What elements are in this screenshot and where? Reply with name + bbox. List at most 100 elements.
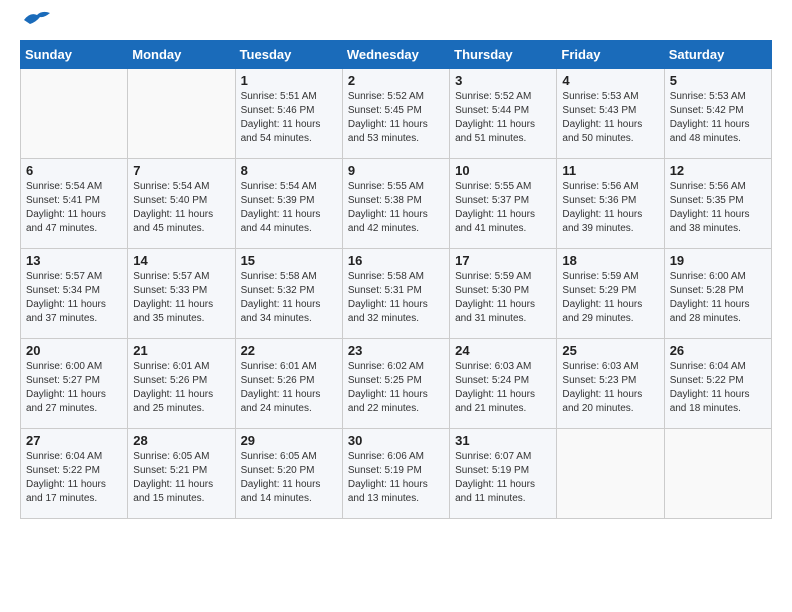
calendar-cell: 12 Sunrise: 5:56 AM Sunset: 5:35 PM Dayli… <box>664 159 771 249</box>
day-number: 15 <box>241 253 337 268</box>
calendar-cell: 22 Sunrise: 6:01 AM Sunset: 5:26 PM Dayli… <box>235 339 342 429</box>
day-number: 7 <box>133 163 229 178</box>
day-info: Sunrise: 6:02 AM Sunset: 5:25 PM Dayligh… <box>348 360 444 416</box>
calendar-week-row: 13Sunrise: 5:57 AM Sunset: 5:34 PM Dayli… <box>21 249 772 339</box>
day-number: 11 <box>562 163 658 178</box>
calendar-cell: 14Sunrise: 5:57 AM Sunset: 5:33 PM Dayli… <box>128 249 235 339</box>
day-number: 29 <box>241 433 337 448</box>
calendar-cell: 4 Sunrise: 5:53 AM Sunset: 5:43 PM Daylig… <box>557 69 664 159</box>
calendar-cell: 7 Sunrise: 5:54 AM Sunset: 5:40 PM Daylig… <box>128 159 235 249</box>
calendar-cell: 3 Sunrise: 5:52 AM Sunset: 5:44 PM Daylig… <box>450 69 557 159</box>
day-info: Sunrise: 5:58 AM Sunset: 5:31 PM Dayligh… <box>348 270 444 326</box>
day-info: Sunrise: 5:51 AM Sunset: 5:46 PM Dayligh… <box>241 90 337 146</box>
logo-bird-icon <box>22 10 52 30</box>
calendar-cell: 31 Sunrise: 6:07 AM Sunset: 5:19 PM Dayli… <box>450 429 557 519</box>
calendar-table: SundayMondayTuesdayWednesdayThursdayFrid… <box>20 40 772 519</box>
weekday-header-saturday: Saturday <box>664 41 771 69</box>
day-number: 17 <box>455 253 551 268</box>
calendar-week-row: 20 Sunrise: 6:00 AM Sunset: 5:27 PM Dayli… <box>21 339 772 429</box>
day-number: 3 <box>455 73 551 88</box>
calendar-cell: 13Sunrise: 5:57 AM Sunset: 5:34 PM Dayli… <box>21 249 128 339</box>
day-number: 2 <box>348 73 444 88</box>
day-number: 27 <box>26 433 122 448</box>
day-info: Sunrise: 5:55 AM Sunset: 5:37 PM Dayligh… <box>455 180 551 236</box>
day-number: 18 <box>562 253 658 268</box>
day-number: 20 <box>26 343 122 358</box>
calendar-cell <box>128 69 235 159</box>
day-info: Sunrise: 6:07 AM Sunset: 5:19 PM Dayligh… <box>455 450 551 506</box>
calendar-week-row: 6 Sunrise: 5:54 AM Sunset: 5:41 PM Daylig… <box>21 159 772 249</box>
calendar-cell: 30Sunrise: 6:06 AM Sunset: 5:19 PM Dayli… <box>342 429 449 519</box>
day-number: 26 <box>670 343 766 358</box>
calendar-week-row: 1 Sunrise: 5:51 AM Sunset: 5:46 PM Daylig… <box>21 69 772 159</box>
page-header <box>20 20 772 30</box>
day-info: Sunrise: 6:00 AM Sunset: 5:28 PM Dayligh… <box>670 270 766 326</box>
calendar-cell: 24 Sunrise: 6:03 AM Sunset: 5:24 PM Dayli… <box>450 339 557 429</box>
day-number: 8 <box>241 163 337 178</box>
day-info: Sunrise: 6:00 AM Sunset: 5:27 PM Dayligh… <box>26 360 122 416</box>
weekday-header-row: SundayMondayTuesdayWednesdayThursdayFrid… <box>21 41 772 69</box>
day-info: Sunrise: 5:54 AM Sunset: 5:41 PM Dayligh… <box>26 180 122 236</box>
day-number: 5 <box>670 73 766 88</box>
calendar-cell: 21Sunrise: 6:01 AM Sunset: 5:26 PM Dayli… <box>128 339 235 429</box>
calendar-cell <box>557 429 664 519</box>
day-info: Sunrise: 6:04 AM Sunset: 5:22 PM Dayligh… <box>26 450 122 506</box>
day-info: Sunrise: 6:01 AM Sunset: 5:26 PM Dayligh… <box>241 360 337 416</box>
day-info: Sunrise: 5:52 AM Sunset: 5:45 PM Dayligh… <box>348 90 444 146</box>
calendar-cell: 16 Sunrise: 5:58 AM Sunset: 5:31 PM Dayli… <box>342 249 449 339</box>
day-number: 12 <box>670 163 766 178</box>
day-info: Sunrise: 6:03 AM Sunset: 5:23 PM Dayligh… <box>562 360 658 416</box>
day-number: 22 <box>241 343 337 358</box>
calendar-cell: 23Sunrise: 6:02 AM Sunset: 5:25 PM Dayli… <box>342 339 449 429</box>
day-number: 16 <box>348 253 444 268</box>
day-info: Sunrise: 6:05 AM Sunset: 5:20 PM Dayligh… <box>241 450 337 506</box>
calendar-cell: 2 Sunrise: 5:52 AM Sunset: 5:45 PM Daylig… <box>342 69 449 159</box>
day-number: 6 <box>26 163 122 178</box>
day-number: 24 <box>455 343 551 358</box>
day-info: Sunrise: 5:55 AM Sunset: 5:38 PM Dayligh… <box>348 180 444 236</box>
calendar-cell: 29 Sunrise: 6:05 AM Sunset: 5:20 PM Dayli… <box>235 429 342 519</box>
calendar-cell: 20 Sunrise: 6:00 AM Sunset: 5:27 PM Dayli… <box>21 339 128 429</box>
day-number: 14 <box>133 253 229 268</box>
calendar-cell: 25 Sunrise: 6:03 AM Sunset: 5:23 PM Dayli… <box>557 339 664 429</box>
day-info: Sunrise: 5:56 AM Sunset: 5:36 PM Dayligh… <box>562 180 658 236</box>
calendar-cell: 19Sunrise: 6:00 AM Sunset: 5:28 PM Dayli… <box>664 249 771 339</box>
day-info: Sunrise: 5:53 AM Sunset: 5:42 PM Dayligh… <box>670 90 766 146</box>
weekday-header-wednesday: Wednesday <box>342 41 449 69</box>
day-number: 31 <box>455 433 551 448</box>
day-info: Sunrise: 6:04 AM Sunset: 5:22 PM Dayligh… <box>670 360 766 416</box>
weekday-header-friday: Friday <box>557 41 664 69</box>
day-number: 1 <box>241 73 337 88</box>
day-info: Sunrise: 5:58 AM Sunset: 5:32 PM Dayligh… <box>241 270 337 326</box>
calendar-cell <box>664 429 771 519</box>
weekday-header-thursday: Thursday <box>450 41 557 69</box>
day-info: Sunrise: 5:59 AM Sunset: 5:30 PM Dayligh… <box>455 270 551 326</box>
calendar-cell: 1 Sunrise: 5:51 AM Sunset: 5:46 PM Daylig… <box>235 69 342 159</box>
calendar-cell: 6 Sunrise: 5:54 AM Sunset: 5:41 PM Daylig… <box>21 159 128 249</box>
calendar-week-row: 27 Sunrise: 6:04 AM Sunset: 5:22 PM Dayli… <box>21 429 772 519</box>
day-number: 30 <box>348 433 444 448</box>
calendar-cell: 10 Sunrise: 5:55 AM Sunset: 5:37 PM Dayli… <box>450 159 557 249</box>
calendar-cell: 18Sunrise: 5:59 AM Sunset: 5:29 PM Dayli… <box>557 249 664 339</box>
weekday-header-monday: Monday <box>128 41 235 69</box>
weekday-header-tuesday: Tuesday <box>235 41 342 69</box>
day-number: 10 <box>455 163 551 178</box>
calendar-cell <box>21 69 128 159</box>
day-info: Sunrise: 5:56 AM Sunset: 5:35 PM Dayligh… <box>670 180 766 236</box>
calendar-cell: 27 Sunrise: 6:04 AM Sunset: 5:22 PM Dayli… <box>21 429 128 519</box>
day-info: Sunrise: 5:53 AM Sunset: 5:43 PM Dayligh… <box>562 90 658 146</box>
day-number: 9 <box>348 163 444 178</box>
calendar-cell: 15 Sunrise: 5:58 AM Sunset: 5:32 PM Dayli… <box>235 249 342 339</box>
day-info: Sunrise: 6:05 AM Sunset: 5:21 PM Dayligh… <box>133 450 229 506</box>
day-info: Sunrise: 5:54 AM Sunset: 5:40 PM Dayligh… <box>133 180 229 236</box>
day-number: 28 <box>133 433 229 448</box>
calendar-cell: 9 Sunrise: 5:55 AM Sunset: 5:38 PM Daylig… <box>342 159 449 249</box>
day-info: Sunrise: 6:03 AM Sunset: 5:24 PM Dayligh… <box>455 360 551 416</box>
calendar-cell: 5 Sunrise: 5:53 AM Sunset: 5:42 PM Daylig… <box>664 69 771 159</box>
calendar-cell: 17 Sunrise: 5:59 AM Sunset: 5:30 PM Dayli… <box>450 249 557 339</box>
day-number: 4 <box>562 73 658 88</box>
day-info: Sunrise: 5:52 AM Sunset: 5:44 PM Dayligh… <box>455 90 551 146</box>
day-info: Sunrise: 6:01 AM Sunset: 5:26 PM Dayligh… <box>133 360 229 416</box>
calendar-cell: 8Sunrise: 5:54 AM Sunset: 5:39 PM Daylig… <box>235 159 342 249</box>
day-number: 25 <box>562 343 658 358</box>
